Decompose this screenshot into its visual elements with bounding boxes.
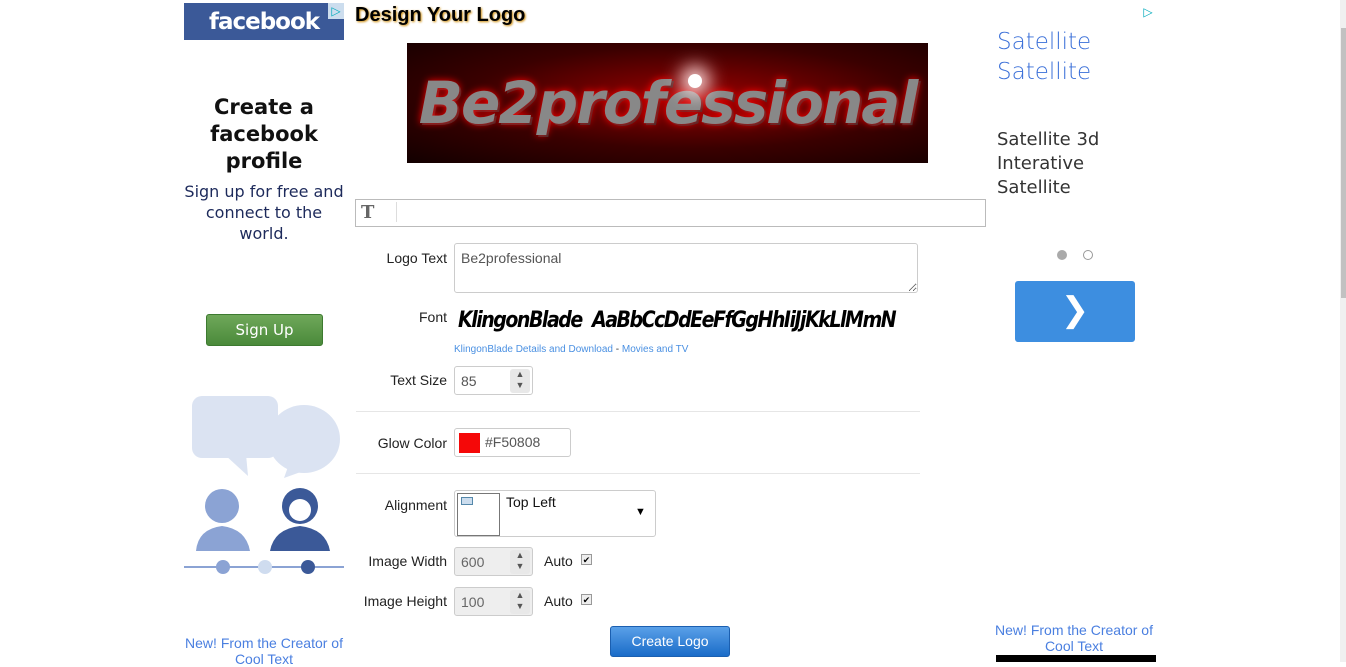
carousel-dot[interactable] [1083, 250, 1093, 260]
ad-body: Satellite 3d Interative Satellite [997, 129, 1100, 198]
spinner-arrows-icon[interactable]: ▲ ▼ [510, 369, 530, 393]
color-swatch[interactable] [459, 433, 480, 453]
image-width-stepper[interactable]: 600 ▲ ▼ [454, 547, 533, 576]
auto-width-label: Auto [544, 553, 573, 569]
editor-toolbar: T [355, 199, 986, 227]
glow-color-label: Glow Color [377, 435, 447, 451]
logo-text-input[interactable]: Be2professional [454, 243, 918, 293]
add-text-icon[interactable]: T [361, 202, 374, 223]
adchoices-icon[interactable]: ▷ [328, 3, 344, 19]
font-category-link[interactable]: Movies and TV [622, 344, 689, 355]
footer-bar [996, 655, 1156, 662]
ad-subtext: Sign up for free and connect to the worl… [184, 182, 344, 243]
font-sample-selector[interactable]: KlingonBlade AaBbCcDdEeFfGgHhIiJjKkLlMmN [458, 307, 897, 332]
chevron-down-icon[interactable]: ▼ [635, 506, 646, 518]
create-logo-button[interactable]: Create Logo [610, 626, 730, 657]
logo-preview-image: Be2professional [407, 43, 928, 163]
align-top-left-icon [461, 497, 473, 505]
auto-height-label: Auto [544, 593, 573, 609]
text-size-stepper[interactable]: 85 ▲ ▼ [454, 366, 533, 395]
glow-color-picker[interactable]: #F50808 [454, 428, 571, 457]
toolbar-divider [396, 202, 397, 222]
sign-up-button[interactable]: Sign Up [206, 314, 323, 346]
scrollbar-thumb[interactable] [1341, 28, 1346, 298]
font-details-link[interactable]: KlingonBlade Details and Download [454, 344, 613, 355]
logo-text-label: Logo Text [386, 250, 447, 266]
cool-text-promo-right[interactable]: New! From the Creator of Cool Text [994, 622, 1154, 654]
lens-flare [688, 74, 702, 88]
next-button[interactable]: ❯ [1015, 281, 1135, 342]
spinner-arrows-icon[interactable]: ▲ ▼ [510, 550, 530, 574]
people-chat-illustration [184, 396, 344, 574]
carousel-dot-active[interactable] [1057, 250, 1067, 260]
facebook-ad-banner[interactable]: facebook [184, 3, 344, 40]
cool-text-promo-left[interactable]: New! From the Creator of Cool Text [184, 635, 344, 667]
chevron-right-icon: ❯ [1060, 291, 1090, 329]
image-height-label: Image Height [363, 593, 447, 609]
divider [356, 411, 920, 412]
ad-title-line1[interactable]: Satellite [997, 27, 1091, 57]
auto-width-checkbox[interactable]: ✔ [581, 554, 592, 565]
image-width-label: Image Width [368, 553, 447, 569]
ad-title-line2[interactable]: Satellite [997, 57, 1091, 87]
alignment-label: Alignment [384, 497, 447, 513]
alignment-dropdown[interactable]: Top Left ▼ [454, 490, 656, 537]
font-label: Font [418, 309, 447, 325]
adchoices-icon[interactable]: ▷ [1140, 4, 1156, 20]
auto-height-checkbox[interactable]: ✔ [581, 594, 592, 605]
image-height-stepper[interactable]: 100 ▲ ▼ [454, 587, 533, 616]
ad-headline: Create a facebook profile [210, 95, 318, 173]
divider [356, 473, 920, 474]
spinner-arrows-icon[interactable]: ▲ ▼ [510, 590, 530, 614]
page-title: Design Your Logo [355, 4, 526, 26]
text-size-label: Text Size [390, 372, 447, 388]
alignment-preview [457, 493, 500, 536]
